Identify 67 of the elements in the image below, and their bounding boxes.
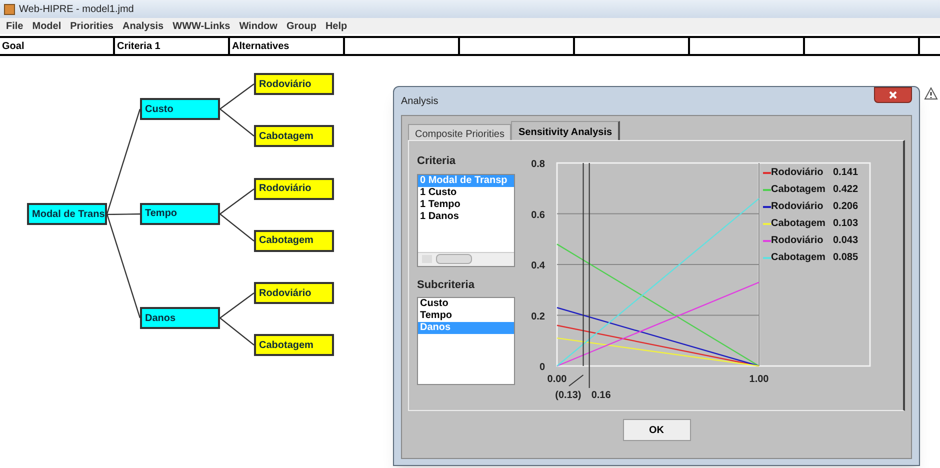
leader-line (568, 374, 584, 386)
tree-node[interactable]: Modal de Trans (27, 203, 107, 225)
legend-label: Cabotagem (771, 251, 826, 265)
x-tick-label: 1.00 (749, 374, 769, 385)
connector-line (220, 188, 254, 214)
legend-value: 0.103 (833, 217, 858, 231)
menu-item[interactable]: WWW-Links (172, 18, 230, 34)
tree-node[interactable]: Rodoviário (254, 73, 334, 95)
menu-item[interactable]: Group (286, 18, 316, 34)
level-header: Criteria 1 (115, 38, 230, 54)
menu-item[interactable]: Priorities (70, 18, 114, 34)
y-tick-label: 0.8 (531, 159, 545, 170)
legend-label: Rodoviário (771, 200, 824, 214)
menu-item[interactable]: Analysis (122, 18, 164, 34)
y-tick-label: 0.2 (531, 311, 545, 322)
window-title: Web-HIPRE - model1.jmd (19, 2, 134, 16)
tree-node[interactable]: Cabotagem (254, 334, 334, 356)
connector-line (220, 108, 254, 137)
dialog-title: Analysis (401, 94, 438, 108)
y-tick-label: 0 (539, 362, 545, 373)
y-tick-label: 0.4 (531, 260, 545, 272)
connector-line (220, 83, 254, 110)
level-header: Goal (0, 38, 115, 54)
tree-node[interactable]: Tempo (140, 202, 220, 224)
level-header: Alternatives (230, 38, 345, 54)
marker-label: 0.16 (591, 390, 611, 401)
menu-item[interactable]: Model (32, 18, 62, 34)
tree-node[interactable]: Rodoviário (254, 282, 334, 304)
legend-label: Cabotagem (771, 183, 826, 197)
connector-line (220, 317, 254, 346)
tab[interactable]: Sensitivity Analysis (511, 121, 620, 140)
y-tick-label: 0.6 (531, 210, 545, 221)
list-item[interactable]: Custo (418, 298, 514, 310)
list-label: Criteria (417, 154, 457, 169)
connector-line (220, 212, 254, 242)
menu-item[interactable]: Window (239, 18, 278, 34)
list-item[interactable]: 1 Custo (418, 186, 514, 198)
horizontal-scrollbar[interactable] (418, 252, 514, 266)
legend-value: 0.085 (833, 251, 858, 265)
legend-value: 0.422 (833, 183, 858, 197)
tab[interactable]: Composite Priorities (408, 124, 512, 140)
list-item[interactable]: 1 Tempo (418, 198, 514, 210)
tree-node[interactable]: Danos (140, 307, 220, 329)
x-tick-label: 0.00 (547, 374, 567, 385)
list-label: Subcriteria (417, 278, 476, 292)
legend-label: Rodoviário (771, 166, 824, 180)
list-item[interactable]: Tempo (418, 310, 514, 322)
tree-node[interactable]: Cabotagem (254, 230, 334, 252)
list-item[interactable]: 1 Danos (418, 210, 514, 222)
tree-node[interactable]: Cabotagem (254, 125, 334, 147)
legend-value: 0.141 (833, 166, 858, 180)
close-icon (889, 91, 897, 99)
legend-value: 0.043 (833, 234, 858, 248)
list-box[interactable]: Custo Tempo Danos (417, 297, 515, 385)
connector-line (220, 292, 254, 319)
tree-node[interactable]: Custo (140, 98, 220, 120)
ok-button[interactable]: OK (622, 419, 690, 441)
legend-label: Rodoviário (771, 234, 824, 248)
menu-item[interactable]: Help (325, 18, 348, 34)
legend-label: Cabotagem (771, 217, 826, 231)
app-icon (4, 4, 15, 14)
tree-node[interactable]: Rodoviário (254, 178, 334, 200)
close-button[interactable] (874, 87, 912, 103)
menu-item[interactable]: File (6, 18, 24, 34)
list-box[interactable]: 0 Modal de Transp 1 Custo 1 Tempo 1 Danos (417, 174, 515, 266)
legend-value: 0.206 (833, 200, 858, 214)
marker-label: (0.13) (555, 390, 582, 401)
